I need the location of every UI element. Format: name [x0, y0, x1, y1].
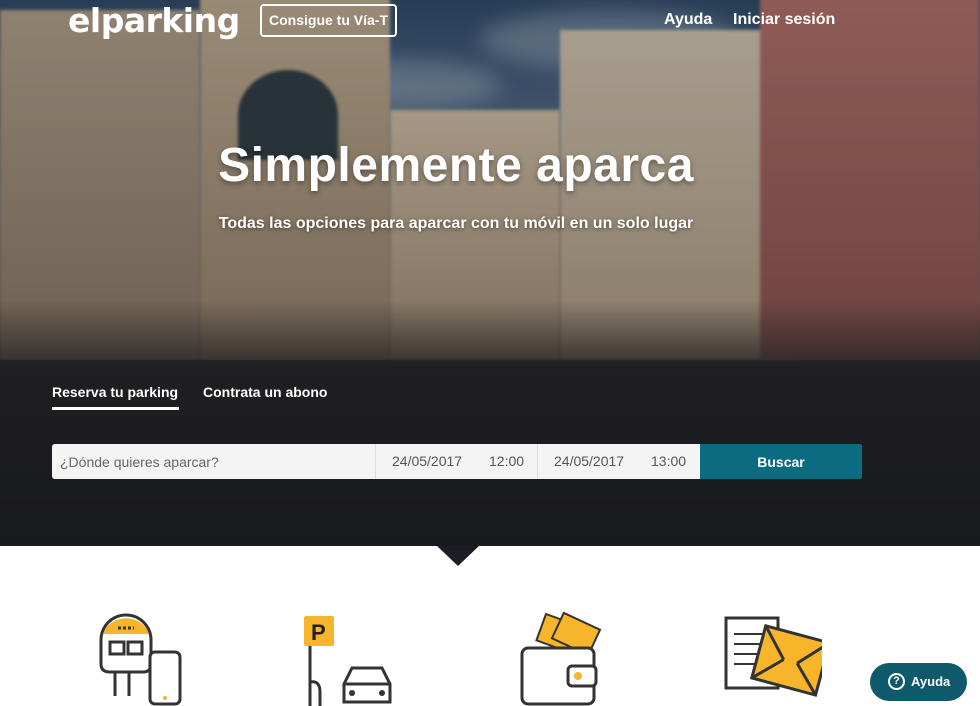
documents-envelope-icon [724, 616, 822, 697]
start-datetime-field[interactable]: 24/05/2017 12:00 [376, 444, 538, 479]
elparking-logo[interactable]: elparking [68, 1, 240, 40]
help-question-icon: ? [888, 673, 905, 690]
end-date[interactable]: 24/05/2017 [554, 444, 624, 479]
nav-login-link[interactable]: Iniciar sesión [733, 11, 835, 29]
nav-help-link[interactable]: Ayuda [664, 11, 712, 29]
svg-text:P: P [311, 620, 326, 645]
section-pointer [437, 546, 479, 566]
tab-reserva[interactable]: Reserva tu parking [52, 384, 178, 400]
start-date[interactable]: 24/05/2017 [392, 444, 462, 479]
parking-meter-phone-icon [99, 613, 182, 706]
wallet-cash-icon [520, 612, 602, 706]
help-widget-label: Ayuda [911, 674, 951, 689]
where-input[interactable] [52, 444, 376, 479]
hero-section: elparking Consigue tu Vía-T Ayuda Inicia… [0, 0, 980, 546]
parking-sign-car-icon: P [304, 616, 392, 706]
search-panel: Reserva tu parking Contrata un abono 24/… [0, 360, 980, 546]
start-time[interactable]: 12:00 [489, 444, 524, 479]
end-datetime-field[interactable]: 24/05/2017 13:00 [538, 444, 700, 479]
help-widget-button[interactable]: ? Ayuda [870, 663, 967, 701]
hero-subtitle: Todas las opciones para aparcar con tu m… [218, 215, 694, 232]
end-time[interactable]: 13:00 [651, 444, 686, 479]
hero-title: Simplemente aparca [218, 139, 694, 192]
search-button[interactable]: Buscar [700, 444, 862, 479]
via-t-button[interactable]: Consigue tu Vía-T [260, 4, 397, 37]
active-tab-indicator [52, 407, 179, 410]
tab-abono[interactable]: Contrata un abono [203, 384, 327, 400]
search-bar: 24/05/2017 12:00 24/05/2017 13:00 Buscar [52, 444, 862, 479]
top-nav: elparking Consigue tu Vía-T Ayuda Inicia… [0, 0, 980, 44]
